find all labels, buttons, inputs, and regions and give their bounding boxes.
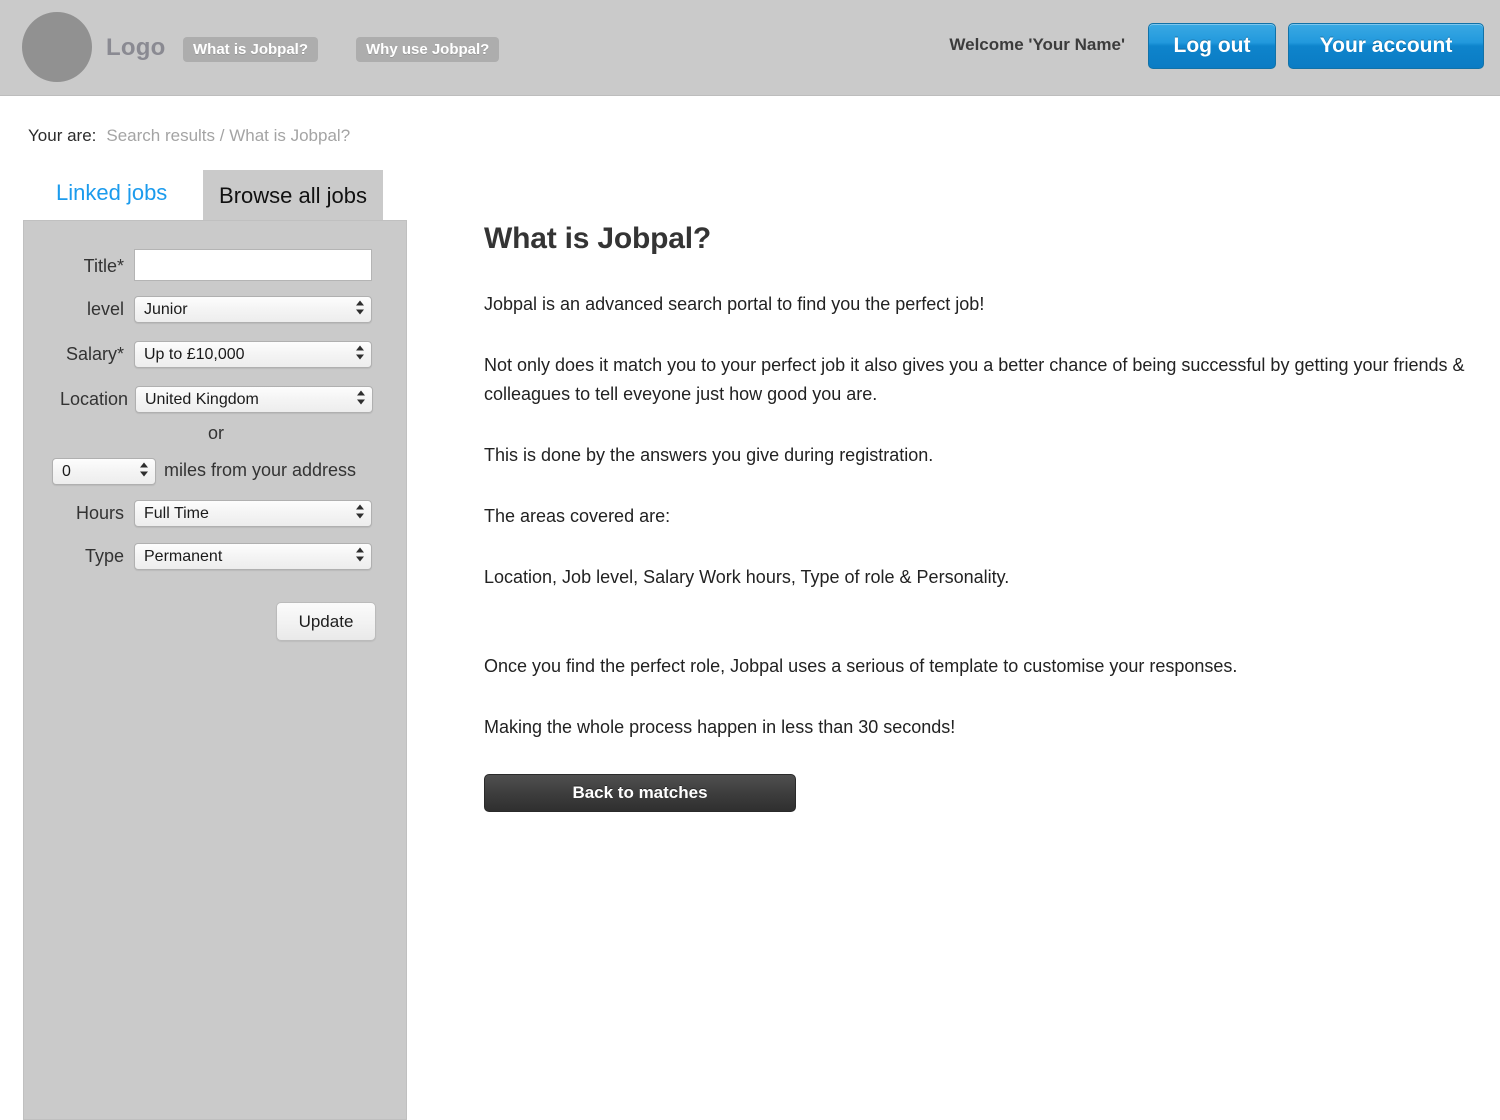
miles-suffix-label: miles from your address	[164, 460, 357, 480]
stepper-arrows-icon	[355, 547, 364, 566]
level-select-value: Junior	[144, 301, 188, 318]
breadcrumb-label: Your are:	[28, 126, 97, 145]
logo-icon	[22, 12, 92, 82]
field-row-level: level Junior	[24, 296, 408, 323]
content-paragraph: Location, Job level, Salary Work hours, …	[484, 567, 1010, 587]
content-paragraph: The areas covered are:	[484, 506, 671, 526]
hours-select-value: Full Time	[144, 505, 209, 522]
content-paragraph: Once you find the perfect role, Jobpal u…	[484, 656, 1238, 676]
log-out-button[interactable]: Log out	[1148, 23, 1276, 69]
field-row-location: Location United Kingdom	[24, 386, 408, 413]
level-label: level	[86, 299, 124, 319]
miles-select[interactable]: 0	[52, 458, 156, 485]
hours-select[interactable]: Full Time	[134, 500, 372, 527]
field-row-type: Type Permanent	[24, 543, 408, 570]
salary-select-value: Up to £10,000	[144, 346, 245, 363]
main-content: What is Jobpal? Jobpal is an advanced se…	[484, 222, 1474, 812]
breadcrumb-path[interactable]: Search results / What is Jobpal?	[106, 126, 350, 145]
or-separator-label: or	[207, 423, 224, 443]
update-button[interactable]: Update	[276, 602, 376, 641]
field-row-salary: Salary* Up to £10,000	[24, 341, 408, 368]
type-label: Type	[84, 546, 124, 566]
type-select[interactable]: Permanent	[134, 543, 372, 570]
stepper-arrows-icon	[355, 345, 364, 364]
stepper-arrows-icon	[355, 300, 364, 319]
type-select-value: Permanent	[144, 548, 223, 565]
location-select-value: United Kingdom	[145, 391, 259, 408]
miles-select-value: 0	[62, 463, 71, 480]
tab-browse-all-jobs[interactable]: Browse all jobs	[203, 170, 383, 222]
back-to-matches-button[interactable]: Back to matches	[484, 774, 796, 812]
salary-label: Salary*	[65, 344, 124, 364]
content-paragraph: Not only does it match you to your perfe…	[484, 355, 1465, 404]
field-row-miles: 0 miles from your address	[24, 458, 408, 485]
welcome-message: Welcome 'Your Name'	[949, 35, 1125, 54]
stepper-arrows-icon	[355, 504, 364, 523]
site-header: Logo What is Jobpal? Why use Jobpal? Wel…	[0, 0, 1500, 96]
hours-label: Hours	[75, 503, 124, 523]
level-select[interactable]: Junior	[134, 296, 372, 323]
page-title: What is Jobpal?	[484, 222, 712, 255]
content-paragraph: Making the whole process happen in less …	[484, 717, 956, 737]
title-label: Title*	[83, 256, 124, 276]
breadcrumb: Your are: Search results / What is Jobpal…	[28, 126, 350, 146]
location-select[interactable]: United Kingdom	[135, 386, 373, 413]
stepper-arrows-icon	[356, 390, 365, 409]
your-account-button[interactable]: Your account	[1288, 23, 1484, 69]
field-row-title: Title*	[24, 249, 408, 281]
content-paragraph: This is done by the answers you give dur…	[484, 445, 934, 465]
nav-why-use-jobpal[interactable]: Why use Jobpal?	[356, 37, 500, 62]
location-label: Location	[59, 389, 128, 409]
salary-select[interactable]: Up to £10,000	[134, 341, 372, 368]
content-paragraph: Jobpal is an advanced search portal to f…	[484, 294, 985, 314]
logo-label: Logo	[106, 34, 166, 61]
search-filter-panel: Title* level Junior Salary* Up to £10,00…	[23, 220, 407, 1120]
nav-what-is-jobpal[interactable]: What is Jobpal?	[183, 37, 319, 62]
stepper-arrows-icon	[139, 462, 148, 481]
field-row-hours: Hours Full Time	[24, 500, 408, 527]
tab-linked-jobs[interactable]: Linked jobs	[56, 180, 167, 206]
title-input[interactable]	[134, 249, 372, 281]
